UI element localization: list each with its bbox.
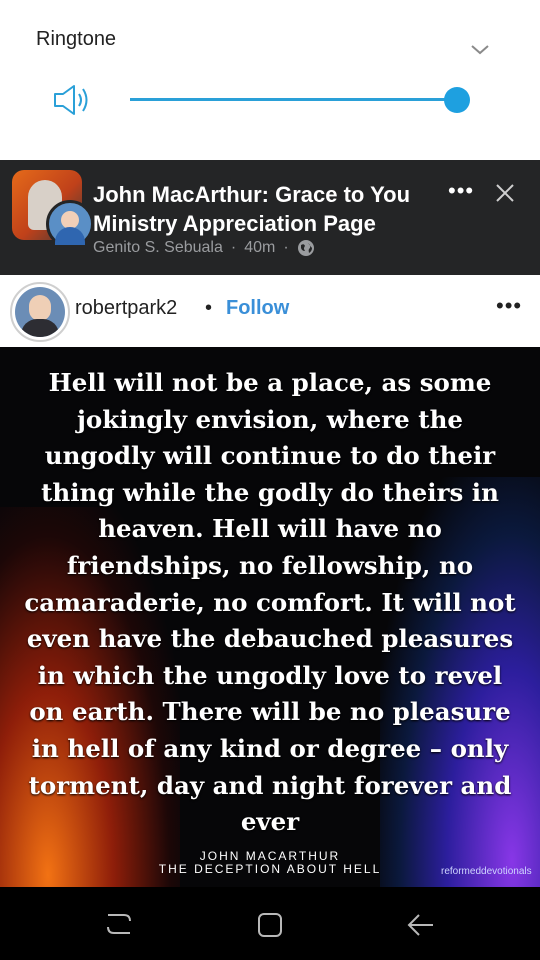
avatar[interactable] [10, 282, 70, 342]
quote-source: THE DECEPTION ABOUT HELL [158, 862, 382, 876]
author-name[interactable]: Genito S. Sebuala [93, 239, 223, 257]
ig-separator: • [205, 297, 213, 319]
home-icon[interactable] [256, 911, 284, 939]
more-options-icon[interactable]: ••• [496, 293, 522, 319]
more-options-icon[interactable]: ••• [448, 178, 474, 204]
speaker-icon[interactable] [52, 82, 92, 118]
quote-image[interactable]: Hell will not be a place, as some joking… [0, 347, 540, 887]
back-icon[interactable] [406, 911, 436, 939]
follow-button[interactable]: Follow [226, 297, 289, 320]
close-icon[interactable] [494, 182, 516, 204]
quote-attribution: JOHN MACARTHUR THE DECEPTION ABOUT HELL [130, 850, 410, 876]
post-meta: Genito S. Sebuala · 40m · [93, 239, 315, 257]
author-avatar[interactable] [46, 200, 94, 248]
volume-stream-title: Ringtone [36, 28, 117, 50]
page-title[interactable]: John MacArthur: Grace to You Ministry Ap… [93, 180, 443, 238]
globe-icon [297, 240, 314, 256]
meta-separator: · [283, 239, 289, 256]
meta-separator: · [230, 239, 237, 256]
volume-slider-track[interactable] [130, 98, 458, 101]
quote-text: Hell will not be a place, as some joking… [24, 368, 516, 837]
post-time: 40m [244, 239, 276, 256]
volume-slider-thumb[interactable] [444, 87, 470, 113]
watermark: reformeddevotionals [441, 866, 532, 877]
ig-username[interactable]: robertpark2 [75, 297, 177, 320]
recent-apps-icon[interactable] [104, 911, 134, 937]
chevron-down-icon[interactable] [468, 38, 492, 62]
navigation-bar [0, 887, 540, 960]
volume-panel [0, 0, 540, 160]
